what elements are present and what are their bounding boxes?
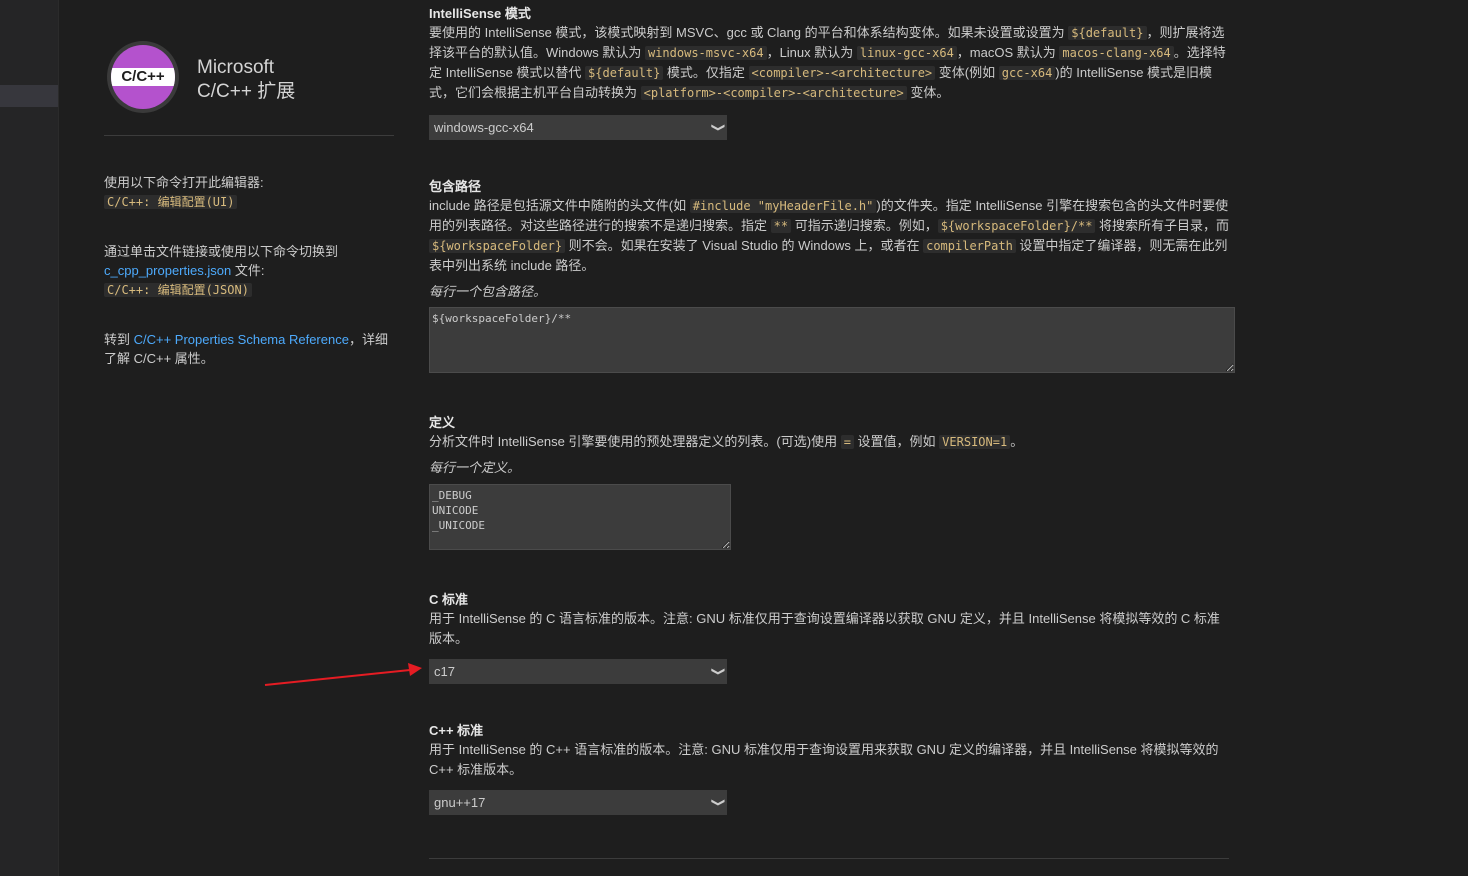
activity-bar-selected-item[interactable] bbox=[0, 85, 58, 107]
defines-description: 分析文件时 IntelliSense 引擎要使用的预处理器定义的列表。(可选)使… bbox=[429, 434, 1024, 449]
open-ui-command[interactable]: C/C++: 编辑配置(UI) bbox=[104, 195, 238, 209]
open-with-text: 使用以下命令打开此编辑器: bbox=[104, 175, 264, 190]
extension-title: Microsoft C/C++ 扩展 bbox=[197, 56, 295, 104]
intellisense-mode-section: IntelliSense 模式 要使用的 IntelliSense 模式，该模式… bbox=[429, 5, 1231, 103]
json-suffix: 文件: bbox=[231, 263, 265, 278]
inline-code: ${workspaceFolder} bbox=[429, 239, 566, 253]
include-path-title: 包含路径 bbox=[429, 179, 482, 194]
cpp-standard-section: C++ 标准 用于 IntelliSense 的 C++ 语言标准的版本。注意:… bbox=[429, 722, 1231, 780]
json-file-link[interactable]: c_cpp_properties.json bbox=[104, 263, 231, 278]
open-json-command[interactable]: C/C++: 编辑配置(JSON) bbox=[104, 283, 252, 297]
c-standard-title: C 标准 bbox=[429, 592, 469, 607]
logo-text: C/C++ bbox=[121, 68, 165, 85]
red-arrow-annotation bbox=[264, 663, 422, 686]
cpp-standard-description: 用于 IntelliSense 的 C++ 语言标准的版本。注意: GNU 标准… bbox=[429, 742, 1219, 777]
extension-header: C/C++ Microsoft C/C++ 扩展 bbox=[104, 38, 394, 136]
defines-title: 定义 bbox=[429, 415, 456, 430]
switch-text: 通过单击文件链接或使用以下命令切换到 bbox=[104, 244, 339, 259]
inline-code: linux-gcc-x64 bbox=[856, 46, 957, 60]
intellisense-mode-select[interactable]: windows-gcc-x64 ❯ bbox=[429, 115, 727, 140]
inline-code: gcc-x64 bbox=[998, 66, 1056, 80]
c-standard-section: C 标准 用于 IntelliSense 的 C 语言标准的版本。注意: GNU… bbox=[429, 591, 1231, 649]
c-standard-select[interactable]: c17 ❯ bbox=[429, 659, 727, 684]
goto-prefix: 转到 bbox=[104, 332, 134, 347]
chevron-down-icon: ❯ bbox=[710, 122, 726, 133]
include-path-hint: 每行一个包含路径。 bbox=[429, 284, 547, 299]
cpp-logo-icon: C/C++ bbox=[107, 41, 179, 113]
cpp-standard-title: C++ 标准 bbox=[429, 723, 484, 738]
include-path-section: 包含路径 include 路径是包括源文件中随附的头文件(如 #include … bbox=[429, 178, 1231, 302]
extension-title-line2: C/C++ 扩展 bbox=[197, 81, 296, 102]
inline-code: ${workspaceFolder}/** bbox=[937, 219, 1096, 233]
inline-code: <platform>-<compiler>-<architecture> bbox=[640, 86, 907, 100]
inline-code: = bbox=[840, 435, 854, 449]
inline-code: compilerPath bbox=[923, 239, 1016, 253]
c-standard-description: 用于 IntelliSense 的 C 语言标准的版本。注意: GNU 标准仅用… bbox=[429, 611, 1220, 646]
inline-code: <compiler>-<architecture> bbox=[748, 66, 936, 80]
schema-reference-link[interactable]: C/C++ Properties Schema Reference bbox=[134, 332, 349, 347]
chevron-down-icon: ❯ bbox=[710, 666, 726, 677]
activity-bar bbox=[0, 0, 59, 876]
inline-code: VERSION=1 bbox=[939, 435, 1011, 449]
intellisense-mode-description: 要使用的 IntelliSense 模式，该模式映射到 MSVC、gcc 或 C… bbox=[429, 25, 1226, 100]
chevron-down-icon: ❯ bbox=[710, 797, 726, 808]
schema-help: 转到 C/C++ Properties Schema Reference，详细了… bbox=[104, 330, 394, 368]
intellisense-mode-value: windows-gcc-x64 bbox=[434, 120, 534, 135]
section-divider bbox=[429, 858, 1229, 859]
intellisense-mode-title: IntelliSense 模式 bbox=[429, 6, 531, 21]
extension-title-line1: Microsoft bbox=[197, 57, 275, 78]
cpp-standard-select[interactable]: gnu++17 ❯ bbox=[429, 790, 727, 815]
switch-json-help: 通过单击文件链接或使用以下命令切换到 c_cpp_properties.json… bbox=[104, 242, 394, 300]
inline-code: windows-msvc-x64 bbox=[644, 46, 767, 60]
include-path-description: include 路径是包括源文件中随附的头文件(如 #include "myHe… bbox=[429, 198, 1230, 273]
defines-textarea[interactable] bbox=[429, 484, 731, 550]
cpp-standard-value: gnu++17 bbox=[434, 795, 486, 810]
inline-code: ${default} bbox=[1068, 26, 1147, 40]
inline-code: macos-clang-x64 bbox=[1059, 46, 1174, 60]
c-standard-value: c17 bbox=[434, 664, 455, 679]
open-editor-help: 使用以下命令打开此编辑器: C/C++: 编辑配置(UI) bbox=[104, 173, 394, 212]
inline-code: ** bbox=[770, 219, 792, 233]
include-path-textarea[interactable] bbox=[429, 307, 1235, 373]
defines-hint: 每行一个定义。 bbox=[429, 460, 521, 475]
inline-code: #include "myHeaderFile.h" bbox=[689, 199, 877, 213]
defines-section: 定义 分析文件时 IntelliSense 引擎要使用的预处理器定义的列表。(可… bbox=[429, 414, 1231, 478]
inline-code: ${default} bbox=[585, 66, 664, 80]
